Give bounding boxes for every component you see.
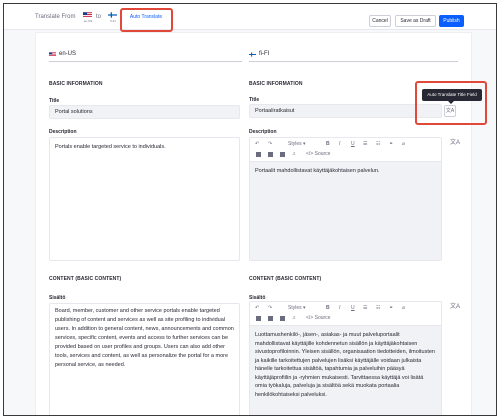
target-description-text[interactable]: Portaalit mahdollistavat käyttäjäkohtais… <box>250 162 441 260</box>
styles-dropdown[interactable]: Styles ▾ <box>288 141 306 148</box>
auto-translate-content-icon[interactable]: 文A <box>450 303 460 311</box>
styles-dropdown[interactable]: Styles ▾ <box>288 305 306 312</box>
us-flag-icon <box>49 52 56 57</box>
translate-from-label: Translate From <box>35 14 76 20</box>
tooltip-highlight <box>415 81 487 125</box>
app-window: Translate From en-US to fi-FI Auto Trans… <box>3 3 497 416</box>
video-icon[interactable] <box>280 152 285 157</box>
styles-label: Styles <box>288 305 302 311</box>
underline-button[interactable]: U <box>351 305 355 312</box>
target-description-editor: ↶ ↷ Styles ▾ B I U ☰ ☷ ⚭ ⌀ ♫ </> Source … <box>249 137 442 261</box>
audio-icon[interactable]: ♫ <box>292 315 296 322</box>
source-label: Source <box>314 151 331 157</box>
target-title-field[interactable]: Portaaliratkaisut <box>249 104 442 118</box>
editor-toolbar: ↶ ↷ Styles ▾ B I U ☰ ☷ ⚭ ⌀ ♫ </> Source <box>250 138 441 162</box>
translation-form: en-US fi-FI BASIC INFORMATION BASIC INFO… <box>35 32 472 415</box>
source-description-field: Portals enable targeted service to indiv… <box>49 137 240 261</box>
source-title-field: Portal solutions <box>49 105 240 119</box>
styles-label: Styles <box>288 141 302 147</box>
source-content-label: Sisältö <box>49 295 66 301</box>
translation-header: Translate From en-US to fi-FI Auto Trans… <box>4 4 496 30</box>
table-icon[interactable] <box>256 152 261 157</box>
numbered-list-icon[interactable]: ☷ <box>376 305 380 312</box>
table-icon[interactable] <box>256 316 261 321</box>
bulleted-list-icon[interactable]: ☰ <box>363 305 367 312</box>
target-content-editor: ↶ ↷ Styles ▾ B I U ☰ ☷ ⚭ ⌀ ♫ </> Source … <box>249 301 442 415</box>
redo-icon[interactable]: ↷ <box>268 305 272 312</box>
source-language-code: en-US <box>83 19 93 23</box>
target-basic-info-heading: BASIC INFORMATION <box>249 81 303 87</box>
source-language-label: en-US <box>59 51 77 57</box>
cancel-button[interactable]: Cancel <box>369 15 391 27</box>
redo-icon[interactable]: ↷ <box>268 141 272 148</box>
source-button[interactable]: </> Source <box>306 151 330 158</box>
target-language-header: fi-FI <box>249 50 458 62</box>
fi-flag-icon <box>249 52 256 57</box>
editor-toolbar: ↶ ↷ Styles ▾ B I U ☰ ☷ ⚭ ⌀ ♫ </> Source <box>250 302 441 326</box>
publish-button[interactable]: Publish <box>439 15 464 27</box>
target-title-label: Title <box>249 97 260 103</box>
link-icon[interactable]: ⚭ <box>389 141 393 148</box>
save-as-draft-button[interactable]: Save as Draft <box>395 15 436 27</box>
source-content-heading: CONTENT (BASIC CONTENT) <box>49 276 122 282</box>
source-language-header: en-US <box>49 50 242 62</box>
us-flag-icon <box>83 12 92 18</box>
unlink-icon[interactable]: ⌀ <box>402 141 405 148</box>
undo-icon[interactable]: ↶ <box>255 141 259 148</box>
source-language-selector[interactable]: en-US <box>82 11 94 25</box>
image-icon[interactable] <box>268 316 273 321</box>
underline-button[interactable]: U <box>351 141 355 148</box>
source-label: Source <box>314 315 331 321</box>
image-icon[interactable] <box>268 152 273 157</box>
source-description-label: Description <box>49 129 77 135</box>
fi-flag-icon <box>108 12 117 18</box>
auto-translate-description-icon[interactable]: 文A <box>450 139 460 147</box>
italic-button[interactable]: I <box>339 305 340 312</box>
source-content-field: Board, member, customer and other servic… <box>49 303 240 415</box>
numbered-list-icon[interactable]: ☷ <box>376 141 380 148</box>
bold-button[interactable]: B <box>326 141 330 148</box>
bold-button[interactable]: B <box>326 305 330 312</box>
to-label: to <box>96 14 102 20</box>
target-description-label: Description <box>249 129 277 135</box>
target-language-label: fi-FI <box>259 51 270 57</box>
source-title-label: Title <box>49 98 60 104</box>
source-button[interactable]: </> Source <box>306 315 330 322</box>
target-language-code: fi-FI <box>110 19 116 23</box>
target-content-heading: CONTENT (BASIC CONTENT) <box>249 276 322 282</box>
auto-translate-highlight <box>120 8 173 32</box>
unlink-icon[interactable]: ⌀ <box>402 305 405 312</box>
source-basic-info-heading: BASIC INFORMATION <box>49 81 103 87</box>
audio-icon[interactable]: ♫ <box>292 151 296 158</box>
italic-button[interactable]: I <box>339 141 340 148</box>
link-icon[interactable]: ⚭ <box>389 305 393 312</box>
undo-icon[interactable]: ↶ <box>255 305 259 312</box>
bulleted-list-icon[interactable]: ☰ <box>363 141 367 148</box>
target-content-text[interactable]: Luottamushenkilö-, jäsen-, asiakas- ja m… <box>250 326 441 415</box>
target-language-selector[interactable]: fi-FI <box>107 11 119 25</box>
video-icon[interactable] <box>280 316 285 321</box>
